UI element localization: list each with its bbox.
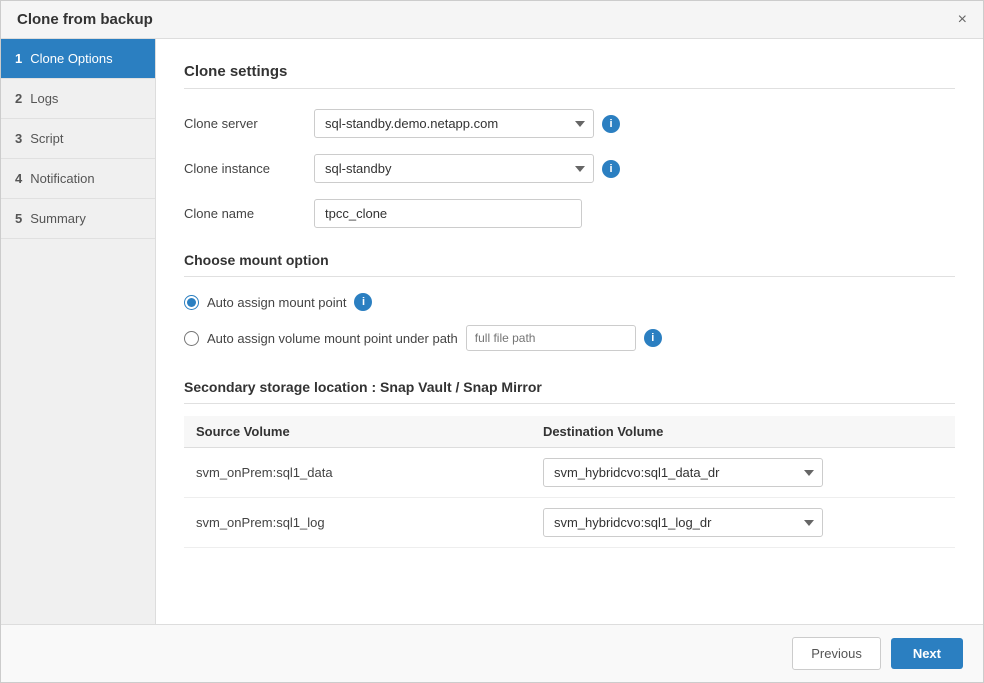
sidebar-label-script: Script — [30, 131, 63, 146]
source-volume-2: svm_onPrem:sql1_log — [184, 498, 531, 548]
clone-instance-group: Clone instance sql-standby i — [184, 154, 955, 183]
clone-name-control — [314, 199, 582, 228]
source-volume-1: svm_onPrem:sql1_data — [184, 448, 531, 498]
clone-instance-control: sql-standby i — [314, 154, 620, 183]
clone-instance-dropdown[interactable]: sql-standby — [314, 154, 594, 183]
close-button[interactable]: × — [958, 12, 967, 28]
radio-auto-assign-label: Auto assign mount point — [207, 295, 346, 310]
clone-name-input[interactable] — [314, 199, 582, 228]
table-row: svm_onPrem:sql1_data svm_hybridcvo:sql1_… — [184, 448, 955, 498]
radio-group: Auto assign mount point i Auto assign vo… — [184, 293, 955, 351]
step-num-4: 4 — [15, 171, 22, 186]
dialog-footer: Previous Next — [1, 624, 983, 682]
sidebar-item-notification[interactable]: 4 Notification — [1, 159, 155, 199]
secondary-storage-section: Secondary storage location : Snap Vault … — [184, 379, 955, 548]
sidebar-label-logs: Logs — [30, 91, 58, 106]
clone-server-label: Clone server — [184, 116, 314, 131]
mount-section: Choose mount option Auto assign mount po… — [184, 252, 955, 351]
sidebar-item-script[interactable]: 3 Script — [1, 119, 155, 159]
step-num-1: 1 — [15, 51, 22, 66]
step-num-5: 5 — [15, 211, 22, 226]
col-header-source: Source Volume — [184, 416, 531, 448]
full-file-path-input[interactable] — [466, 325, 636, 351]
radio-auto-assign[interactable] — [184, 295, 199, 310]
step-num-2: 2 — [15, 91, 22, 106]
clone-from-backup-dialog: Clone from backup × 1 Clone Options 2 Lo… — [0, 0, 984, 683]
dest-volume-dropdown-2[interactable]: svm_hybridcvo:sql1_log_dr — [543, 508, 823, 537]
table-row: svm_onPrem:sql1_log svm_hybridcvo:sql1_l… — [184, 498, 955, 548]
dest-volume-dropdown-1[interactable]: svm_hybridcvo:sql1_data_dr — [543, 458, 823, 487]
clone-settings-title: Clone settings — [184, 63, 955, 89]
storage-table: Source Volume Destination Volume svm_onP… — [184, 416, 955, 548]
dest-volume-cell-1: svm_hybridcvo:sql1_data_dr — [531, 448, 955, 498]
col-header-destination: Destination Volume — [531, 416, 955, 448]
clone-instance-info-icon[interactable]: i — [602, 160, 620, 178]
sidebar-label-clone-options: Clone Options — [30, 51, 112, 66]
radio-auto-path-label: Auto assign volume mount point under pat… — [207, 331, 458, 346]
dialog-body: 1 Clone Options 2 Logs 3 Script 4 Notifi… — [1, 39, 983, 624]
radio-row-auto-path: Auto assign volume mount point under pat… — [184, 325, 955, 351]
sidebar-label-summary: Summary — [30, 211, 86, 226]
clone-server-dropdown[interactable]: sql-standby.demo.netapp.com — [314, 109, 594, 138]
clone-server-control: sql-standby.demo.netapp.com i — [314, 109, 620, 138]
clone-name-label: Clone name — [184, 206, 314, 221]
step-num-3: 3 — [15, 131, 22, 146]
clone-name-group: Clone name — [184, 199, 955, 228]
auto-path-info-icon[interactable]: i — [644, 329, 662, 347]
sidebar-item-summary[interactable]: 5 Summary — [1, 199, 155, 239]
mount-option-title: Choose mount option — [184, 252, 955, 277]
sidebar: 1 Clone Options 2 Logs 3 Script 4 Notifi… — [1, 39, 156, 624]
sidebar-label-notification: Notification — [30, 171, 94, 186]
next-button[interactable]: Next — [891, 638, 963, 669]
auto-assign-info-icon[interactable]: i — [354, 293, 372, 311]
radio-row-auto-assign: Auto assign mount point i — [184, 293, 955, 311]
sidebar-item-logs[interactable]: 2 Logs — [1, 79, 155, 119]
secondary-storage-title: Secondary storage location : Snap Vault … — [184, 379, 955, 404]
main-content: Clone settings Clone server sql-standby.… — [156, 39, 983, 624]
clone-instance-label: Clone instance — [184, 161, 314, 176]
sidebar-item-clone-options[interactable]: 1 Clone Options — [1, 39, 155, 79]
radio-auto-path[interactable] — [184, 331, 199, 346]
dialog-title: Clone from backup — [17, 11, 153, 28]
previous-button[interactable]: Previous — [792, 637, 881, 670]
dest-volume-cell-2: svm_hybridcvo:sql1_log_dr — [531, 498, 955, 548]
dialog-header: Clone from backup × — [1, 1, 983, 39]
clone-server-group: Clone server sql-standby.demo.netapp.com… — [184, 109, 955, 138]
clone-server-info-icon[interactable]: i — [602, 115, 620, 133]
